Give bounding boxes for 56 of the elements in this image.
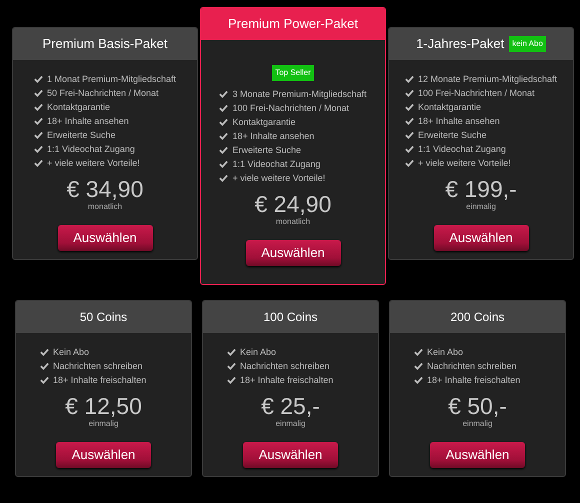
card-title: Premium Basis-Paket [42, 35, 168, 54]
feature-text: Erweiterte Suche [418, 130, 487, 140]
feature-text: Nachrichten schreiben [53, 361, 143, 371]
top-seller-badge: Top Seller [272, 65, 314, 81]
price: € 50,- [448, 393, 507, 419]
price-period: einmalig [276, 419, 306, 429]
feature-text: 1:1 Videochat Zugang [418, 144, 506, 154]
feature-text: 18+ Inhalte ansehen [46, 116, 129, 126]
feature-text: Kein Abo [53, 347, 90, 357]
price-period: monatlich [88, 202, 122, 212]
select-button[interactable]: Auswählen [434, 225, 528, 251]
select-button[interactable]: Auswählen [430, 442, 525, 468]
feature-text: Kontaktgarantie [232, 117, 296, 127]
feature-text: 18+ Inhalte freischalten [240, 375, 334, 385]
feature-text: + viele weitere Vorteile! [418, 158, 511, 168]
feature-text: 18+ Inhalte ansehen [232, 131, 314, 141]
feature-text: Nachrichten schreiben [240, 361, 330, 371]
feature-text: 1 Monat Premium-Mitgliedschaft [46, 74, 176, 84]
feature-text: 1:1 Videochat Zugang [232, 159, 320, 169]
feature-text: Kontaktgarantie [418, 102, 482, 112]
feature-text: Erweiterte Suche [232, 145, 302, 155]
feature-text: Erweiterte Suche [46, 130, 116, 140]
select-button[interactable]: Auswählen [246, 240, 340, 266]
feature-text: 12 Monate Premium-Mitgliedschaft [418, 74, 558, 84]
feature-text: 18+ Inhalte freischalten [427, 375, 520, 385]
select-button[interactable]: Auswählen [243, 442, 338, 468]
card-title: 1-Jahres-Paket [416, 35, 504, 54]
feature-text: Kein Abo [427, 347, 464, 357]
price-period: einmalig [462, 419, 492, 429]
price: € 12,50 [65, 393, 142, 419]
feature-text: Kein Abo [240, 347, 276, 357]
feature-text: 3 Monate Premium-Mitgliedschaft [232, 89, 367, 99]
select-button[interactable]: Auswählen [56, 442, 151, 468]
feature-text: 100 Frei-Nachrichten / Monat [232, 103, 350, 113]
price-period: einmalig [466, 202, 496, 212]
price-period: einmalig [88, 419, 118, 429]
price: € 24,90 [254, 191, 332, 217]
feature-text: 1:1 Videochat Zugang [46, 144, 135, 154]
feature-text: + viele weitere Vorteile! [232, 173, 326, 183]
feature-text: 18+ Inhalte ansehen [418, 116, 500, 126]
feature-text: 50 Frei-Nachrichten / Monat [46, 88, 159, 98]
no-subscription-badge: kein Abo [509, 36, 546, 52]
card-title: Premium Power-Paket [228, 15, 358, 34]
feature-text: Kontaktgarantie [46, 102, 110, 112]
card-title: 200 Coins [450, 309, 505, 326]
feature-text: + viele weitere Vorteile! [46, 158, 140, 168]
price-period: monatlich [276, 217, 310, 227]
price: € 199,- [445, 176, 517, 202]
card-title: 50 Coins [80, 309, 128, 326]
select-button[interactable]: Auswählen [58, 225, 152, 251]
price: € 34,90 [66, 176, 144, 202]
price: € 25,- [261, 393, 320, 419]
feature-text: 100 Frei-Nachrichten / Monat [418, 88, 535, 98]
feature-text: Nachrichten schreiben [427, 361, 517, 371]
feature-text: 18+ Inhalte freischalten [53, 375, 146, 385]
card-title: 100 Coins [263, 309, 318, 326]
